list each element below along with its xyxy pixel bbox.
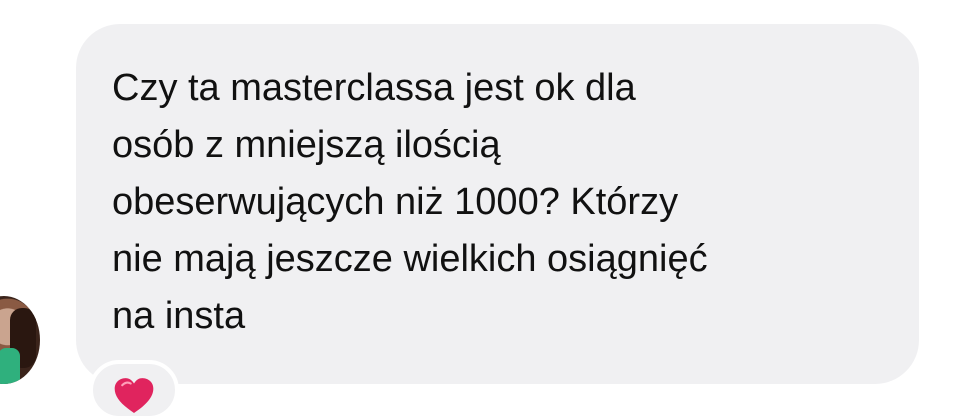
avatar-shirt (0, 348, 20, 384)
chat-thread: Czy ta masterclassa jest ok dla osób z m… (0, 0, 958, 420)
avatar[interactable] (0, 296, 40, 384)
message-text: Czy ta masterclassa jest ok dla osób z m… (112, 67, 708, 337)
reaction-badge[interactable] (89, 360, 179, 420)
